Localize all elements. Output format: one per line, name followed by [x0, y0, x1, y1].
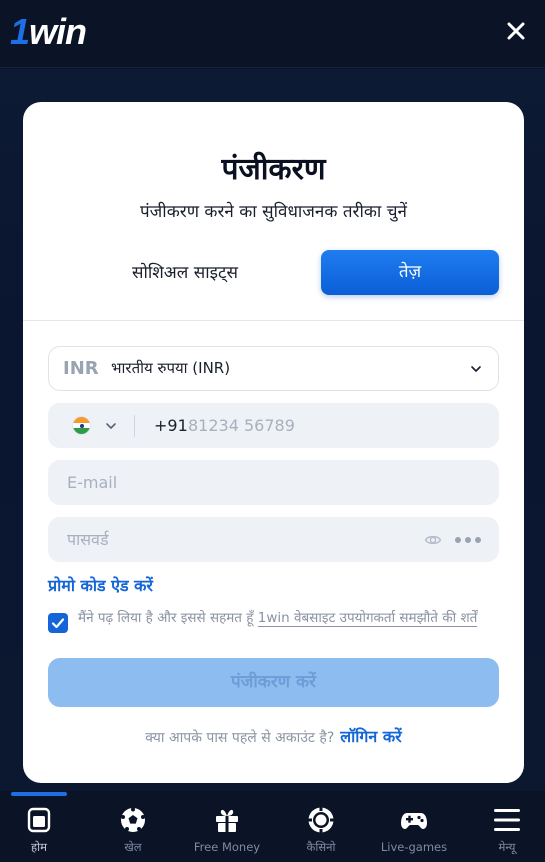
nav-label-sports: खेल — [124, 840, 142, 854]
phone-field: +91 — [48, 403, 499, 448]
registration-modal: पंजीकरण पंजीकरण करने का सुविधाजनक तरीका … — [23, 102, 524, 783]
soccer-ball-icon — [121, 807, 145, 832]
nav-item-menu[interactable]: मेन्यू — [462, 792, 545, 862]
bottom-nav: होम खेल Free Money कैसिनो Live-games मेन… — [0, 792, 545, 862]
nav-item-free-money[interactable]: Free Money — [182, 792, 272, 862]
dial-code: +91 — [154, 416, 188, 435]
menu-icon — [494, 809, 520, 831]
divider — [23, 320, 524, 321]
user-agreement-link[interactable]: 1win वेबसाइट उपयोगकर्ता समझौते की शर्तें — [257, 610, 478, 627]
nav-label-home: होम — [31, 840, 47, 854]
currency-name: भारतीय रुपया (INR) — [111, 359, 231, 377]
india-flag-icon[interactable] — [72, 416, 91, 435]
chevron-down-icon — [471, 366, 481, 372]
login-prompt: क्या आपके पास पहले से अकाउंट है? — [145, 730, 335, 746]
tab-social-sites[interactable]: सोशिअल साइट्स — [123, 258, 247, 288]
close-icon[interactable] — [503, 18, 529, 44]
gift-icon — [216, 809, 238, 832]
password-input[interactable] — [67, 517, 427, 562]
email-input[interactable] — [67, 460, 427, 505]
login-link[interactable]: लॉगिन करें — [340, 727, 401, 746]
home-icon — [27, 807, 51, 833]
currency-select[interactable]: INR भारतीय रुपया (INR) — [48, 346, 499, 391]
agreement-text: मैंने पढ़ लिया है और इससे सहमत हूँ 1win … — [78, 608, 488, 629]
login-row: क्या आपके पास पहले से अकाउंट है? लॉगिन कर… — [23, 726, 524, 749]
agreement-checkbox[interactable] — [48, 613, 68, 633]
nav-label-free-money: Free Money — [193, 840, 261, 854]
tab-fast[interactable]: तेज़ — [321, 250, 499, 295]
phone-input[interactable] — [188, 403, 478, 448]
register-button[interactable]: पंजीकरण करें — [48, 658, 499, 707]
top-bar: 1win — [0, 0, 545, 68]
currency-code: INR — [63, 358, 99, 379]
modal-subtitle: पंजीकरण करने का सुविधाजनक तरीका चुनें — [140, 202, 407, 222]
nav-label-live-games: Live-games — [380, 840, 448, 854]
eye-icon[interactable] — [424, 531, 442, 549]
nav-label-menu: मेन्यू — [498, 840, 516, 854]
email-field — [48, 460, 499, 505]
add-promo-code-link[interactable]: प्रोमो कोड ऐड करें — [48, 574, 153, 598]
nav-item-casino[interactable]: कैसिनो — [276, 792, 366, 862]
modal-title: पंजीकरण — [221, 152, 326, 187]
gamepad-icon — [401, 813, 427, 829]
brand-logo[interactable]: 1win — [10, 14, 87, 50]
agreement-prefix: मैंने पढ़ लिया है और इससे सहमत हूँ — [78, 610, 258, 626]
password-field — [48, 517, 499, 562]
nav-item-sports[interactable]: खेल — [88, 792, 178, 862]
casino-chip-icon — [308, 807, 334, 833]
separator — [134, 415, 135, 437]
nav-item-live-games[interactable]: Live-games — [369, 792, 459, 862]
country-chevron-down-icon[interactable] — [105, 420, 117, 432]
password-mask-dots-icon — [455, 537, 481, 543]
nav-label-casino: कैसिनो — [306, 840, 336, 854]
nav-item-home[interactable]: होम — [0, 792, 84, 862]
checkmark-icon — [51, 618, 65, 629]
